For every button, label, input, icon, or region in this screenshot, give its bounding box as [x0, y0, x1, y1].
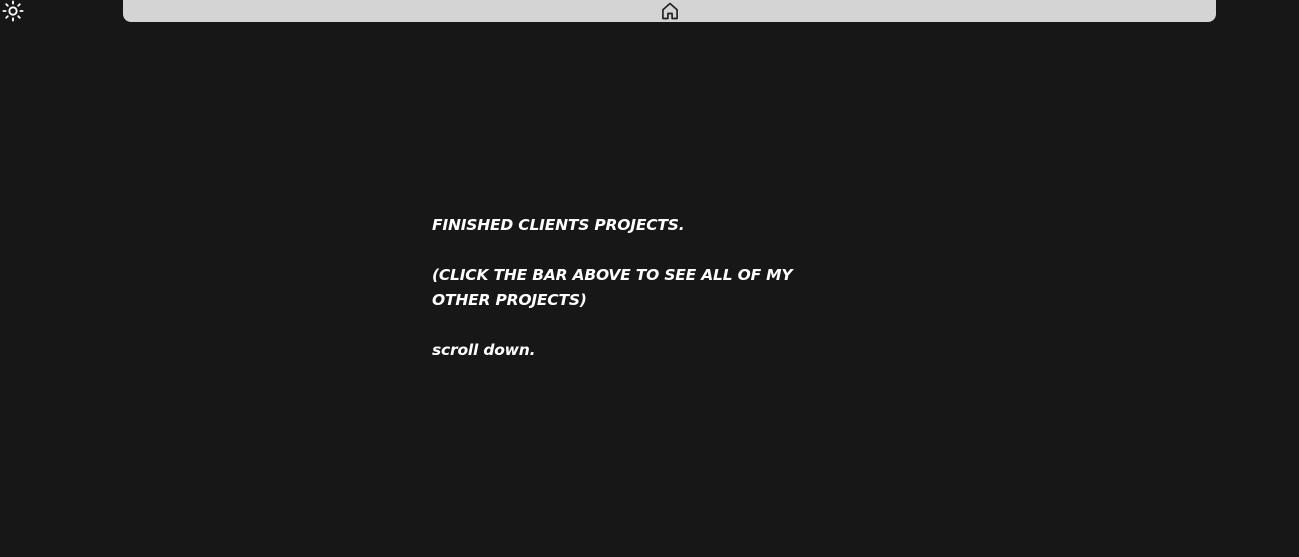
intro-instruction: (CLICK THE BAR ABOVE TO SEE ALL OF MY OT… [432, 266, 793, 309]
scroll-hint: scroll down. [432, 341, 536, 359]
top-nav-bar[interactable] [123, 0, 1216, 22]
sun-icon [2, 0, 24, 22]
intro-text-block: FINISHED CLIENTS PROJECTS. (CLICK THE BA… [432, 213, 852, 363]
home-icon[interactable] [660, 1, 680, 21]
theme-toggle-button[interactable] [2, 0, 24, 22]
intro-heading: FINISHED CLIENTS PROJECTS. [432, 216, 685, 234]
